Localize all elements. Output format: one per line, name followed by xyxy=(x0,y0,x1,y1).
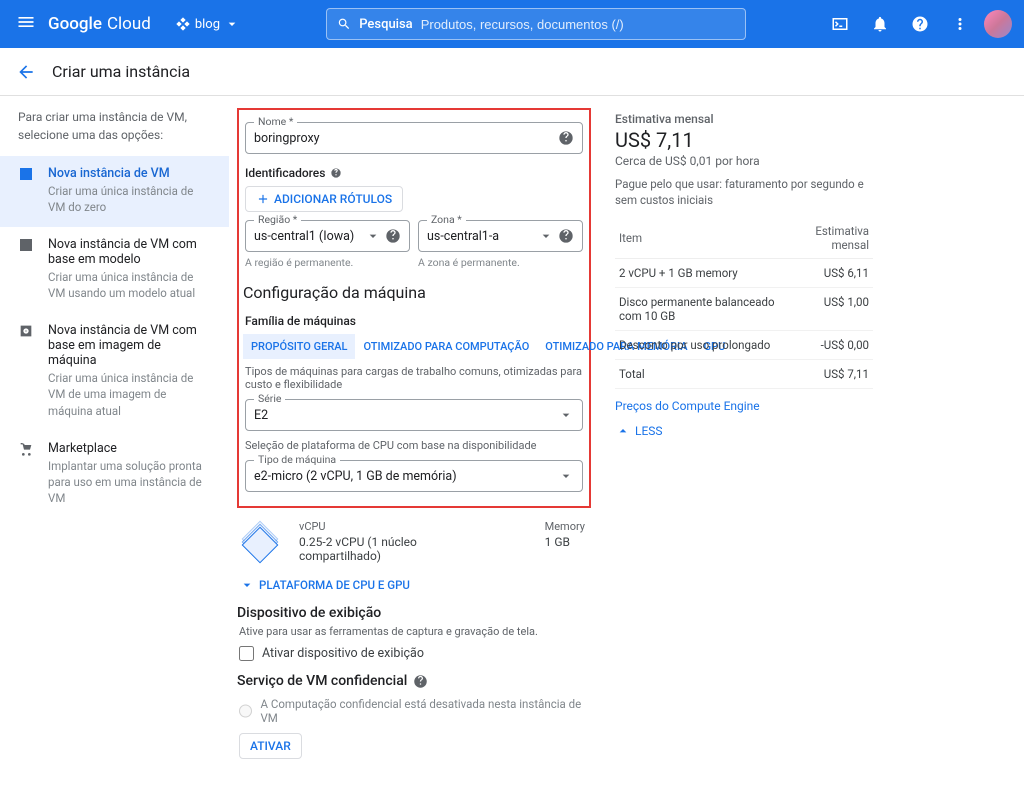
page-title-row: Criar uma instância xyxy=(0,48,1024,96)
family-tab-1[interactable]: OTIMIZADO PARA COMPUTAÇÃO xyxy=(355,334,537,359)
plus-box-icon xyxy=(18,166,36,215)
estimate-table: ItemEstimativa mensal 2 vCPU + 1 GB memo… xyxy=(615,218,873,389)
chevron-down-icon xyxy=(558,407,574,423)
machine-config-heading: Configuração da máquina xyxy=(243,283,585,302)
logo: GoogleCloud xyxy=(48,14,151,34)
family-label: Família de máquinas xyxy=(245,314,583,328)
region-note: A região é permanente. xyxy=(245,256,410,269)
estimate-heading: Estimativa mensal xyxy=(615,112,873,126)
sidebar-intro: Para criar uma instância de VM, selecion… xyxy=(0,108,229,156)
help-icon[interactable] xyxy=(904,8,936,40)
region-select[interactable]: Região * us-central1 (Iowa) xyxy=(245,220,410,252)
family-tab-0[interactable]: PROPÓSITO GERAL xyxy=(243,334,355,359)
cloud-shell-icon[interactable] xyxy=(824,8,856,40)
sidebar-item-2[interactable]: Nova instância de VM com base em imagem … xyxy=(0,313,229,430)
chevron-down-icon xyxy=(365,228,381,244)
zone-note: A zona é permanente. xyxy=(418,256,583,269)
cpu-icon xyxy=(243,524,279,560)
billing-note: Pague pelo que usar: faturamento por seg… xyxy=(615,176,873,208)
family-tabs: PROPÓSITO GERALOTIMIZADO PARA COMPUTAÇÃO… xyxy=(243,334,585,359)
cart-icon xyxy=(18,441,36,506)
display-note: Ative para usar as ferramentas de captur… xyxy=(239,625,589,638)
sidebar-item-1[interactable]: Nova instância de VM com base em modeloC… xyxy=(0,227,229,313)
cpu-gpu-expander[interactable]: PLATAFORMA DE CPU E GPU xyxy=(239,577,589,593)
search-icon xyxy=(337,15,351,33)
notifications-icon[interactable] xyxy=(864,8,896,40)
zone-select[interactable]: Zona * us-central1-a xyxy=(418,220,583,252)
chevron-up-icon xyxy=(615,423,631,439)
search-input[interactable]: Pesquisa xyxy=(326,8,746,40)
machine-type-select[interactable]: Tipo de máquina e2-micro (2 vCPU, 1 GB d… xyxy=(245,460,583,492)
name-field[interactable]: Nome * boringproxy xyxy=(245,122,583,154)
menu-icon[interactable] xyxy=(8,4,44,44)
search-field[interactable] xyxy=(421,17,735,32)
sidebar: Para criar uma instância de VM, selecion… xyxy=(0,96,229,789)
plus-icon xyxy=(256,192,270,206)
display-heading: Dispositivo de exibição xyxy=(237,605,591,621)
add-labels-button[interactable]: ADICIONAR RÓTULOS xyxy=(245,186,403,212)
highlight-box: Nome * boringproxy Identificadores ADICI… xyxy=(237,108,591,508)
chevron-down-icon xyxy=(239,577,255,593)
table-row: TotalUS$ 7,11 xyxy=(615,360,873,389)
sidebar-item-3[interactable]: MarketplaceImplantar uma solução pronta … xyxy=(0,431,229,518)
series-note: Seleção de plataforma de CPU com base na… xyxy=(245,439,583,452)
avatar[interactable] xyxy=(984,10,1012,38)
identifiers-label: Identificadores xyxy=(245,166,325,180)
help-icon[interactable] xyxy=(385,228,401,244)
series-select[interactable]: Série E2 xyxy=(245,399,583,431)
sidebar-item-0[interactable]: Nova instância de VMCriar uma única inst… xyxy=(0,156,229,227)
project-picker[interactable]: blog xyxy=(167,12,248,36)
estimate-per-hour: Cerca de US$ 0,01 por hora xyxy=(615,154,873,168)
app-header: GoogleCloud blog Pesquisa xyxy=(0,0,1024,48)
back-icon[interactable] xyxy=(16,62,36,82)
help-icon[interactable] xyxy=(413,674,428,689)
table-row: Disco permanente balanceado com 10 GBUS$… xyxy=(615,288,873,331)
chevron-down-icon xyxy=(224,16,240,32)
estimate-panel: Estimativa mensal US$ 7,11 Cerca de US$ … xyxy=(599,96,889,789)
disk-icon xyxy=(18,323,36,418)
confidential-radio: A Computação confidencial está desativad… xyxy=(239,697,589,725)
family-note: Tipos de máquinas para cargas de trabalh… xyxy=(245,365,583,391)
chevron-down-icon xyxy=(538,228,554,244)
cpu-summary: vCPU0.25-2 vCPU (1 núcleo compartilhado)… xyxy=(237,514,591,569)
more-icon[interactable] xyxy=(944,8,976,40)
help-icon[interactable] xyxy=(329,166,343,180)
help-icon[interactable] xyxy=(558,130,574,146)
chevron-down-icon xyxy=(558,468,574,484)
less-button[interactable]: LESS xyxy=(615,423,873,439)
display-checkbox[interactable]: Ativar dispositivo de exibição xyxy=(239,646,589,661)
prices-link[interactable]: Preços do Compute Engine xyxy=(615,399,760,413)
table-row: Desconto por uso prolongado-US$ 0,00 xyxy=(615,331,873,360)
help-icon[interactable] xyxy=(558,228,574,244)
main-form: Nome * boringproxy Identificadores ADICI… xyxy=(229,96,599,789)
plus-box-icon xyxy=(18,237,36,301)
estimate-total: US$ 7,11 xyxy=(615,128,873,152)
enable-button[interactable]: ATIVAR xyxy=(239,733,302,759)
project-icon xyxy=(175,16,191,32)
table-row: 2 vCPU + 1 GB memoryUS$ 6,11 xyxy=(615,259,873,288)
confidential-heading: Serviço de VM confidencial xyxy=(237,673,591,689)
page-title: Criar uma instância xyxy=(52,62,190,81)
